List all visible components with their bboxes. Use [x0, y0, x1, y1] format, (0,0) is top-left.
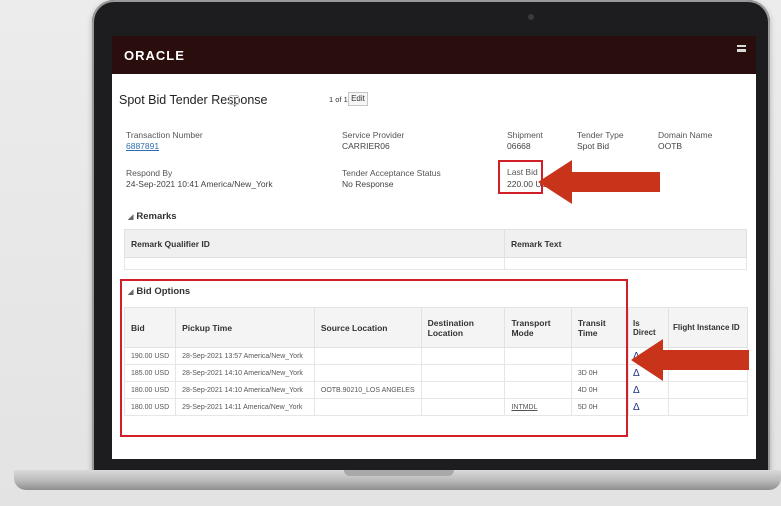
menu-icon[interactable]	[737, 45, 746, 52]
arrow-left-icon	[538, 160, 660, 204]
edit-button[interactable]: Edit	[348, 92, 368, 106]
collapse-arrow-icon: ◢	[128, 214, 134, 221]
respond-by-value: 24-Sep-2021 10:41 America/New_York	[126, 179, 273, 189]
transaction-number-link[interactable]: 6887891	[126, 141, 159, 151]
oracle-header: ORACLE	[112, 36, 756, 74]
laptop-base	[14, 470, 781, 490]
tender-acceptance-status-label: Tender Acceptance Status	[342, 168, 441, 178]
domain-name-label: Domain Name	[658, 130, 713, 140]
favorite-icon[interactable]: ☆	[229, 95, 239, 105]
app-screen: ORACLE Spot Bid Tender Response ☆ 1 of 1…	[112, 36, 756, 459]
domain-name-value: OOTB	[658, 141, 683, 151]
arrow-left-icon	[631, 339, 749, 381]
service-provider-value: CARRIER06	[342, 141, 390, 151]
flight-instance-cell	[668, 398, 748, 416]
flight-instance-cell	[668, 381, 748, 399]
remarks-col-qualifier[interactable]: Remark Qualifier ID	[124, 229, 505, 258]
tender-type-value: Spot Bid	[577, 141, 610, 151]
page-title: Spot Bid Tender Response	[119, 93, 268, 107]
transaction-number-label: Transaction Number	[126, 130, 203, 140]
last-bid-highlight	[498, 160, 543, 194]
laptop-notch	[344, 470, 454, 476]
tender-acceptance-status-value: No Response	[342, 179, 394, 189]
shipment-label: Shipment	[507, 130, 543, 140]
shipment-value: 06668	[507, 141, 531, 151]
remarks-empty-cell	[504, 257, 747, 270]
pagination-label: 1 of 1	[329, 95, 348, 104]
remarks-table: Remark Qualifier ID Remark Text	[124, 229, 747, 270]
bid-options-highlight	[120, 279, 628, 437]
respond-by-label: Respond By	[126, 168, 173, 178]
tender-type-label: Tender Type	[577, 130, 624, 140]
service-provider-label: Service Provider	[342, 130, 405, 140]
remarks-section-header[interactable]: ◢ Remarks	[128, 211, 177, 222]
is-direct-icon: Δ	[628, 381, 669, 399]
remarks-col-text[interactable]: Remark Text	[504, 229, 747, 258]
webcam	[528, 14, 534, 20]
remarks-empty-cell	[124, 257, 505, 270]
is-direct-icon: Δ	[628, 398, 669, 416]
oracle-logo: ORACLE	[124, 48, 185, 63]
remarks-section-title: Remarks	[136, 211, 177, 222]
